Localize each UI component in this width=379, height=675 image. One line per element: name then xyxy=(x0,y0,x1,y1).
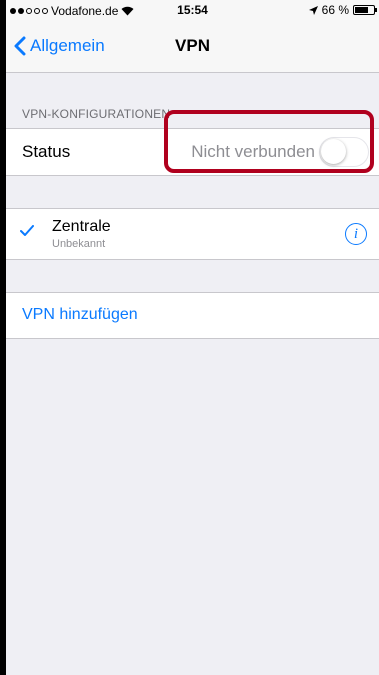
add-vpn-row[interactable]: VPN hinzufügen xyxy=(6,292,379,339)
section-header-vpn-configurations: VPN-KONFIGURATIONEN xyxy=(22,107,171,121)
status-right: 66 % xyxy=(308,3,377,17)
battery-percentage: 66 % xyxy=(321,3,349,17)
toggle-knob xyxy=(321,139,346,164)
info-icon[interactable]: i xyxy=(345,223,367,245)
location-icon xyxy=(308,5,318,15)
checkmark-icon xyxy=(20,225,34,236)
add-vpn-button[interactable]: VPN hinzufügen xyxy=(22,306,138,324)
battery-icon xyxy=(353,5,377,15)
vpn-config-row-zentrale[interactable]: Zentrale Unbekannt i xyxy=(6,208,379,260)
status-value: Nicht verbunden xyxy=(191,142,315,161)
status-row: Status Nicht verbunden xyxy=(6,128,379,176)
vpn-connection-toggle[interactable] xyxy=(319,137,369,167)
status-label: Status xyxy=(22,142,71,161)
page-title: VPN xyxy=(175,36,210,55)
status-bar: Vodafone.de 15:54 66 % xyxy=(6,0,379,20)
vpn-config-status: Unbekannt xyxy=(52,238,106,250)
vpn-config-name: Zentrale xyxy=(52,218,111,235)
settings-screen: Vodafone.de 15:54 66 % Allgemein VPN VPN… xyxy=(6,0,379,675)
navigation-bar: Allgemein VPN xyxy=(6,20,379,73)
